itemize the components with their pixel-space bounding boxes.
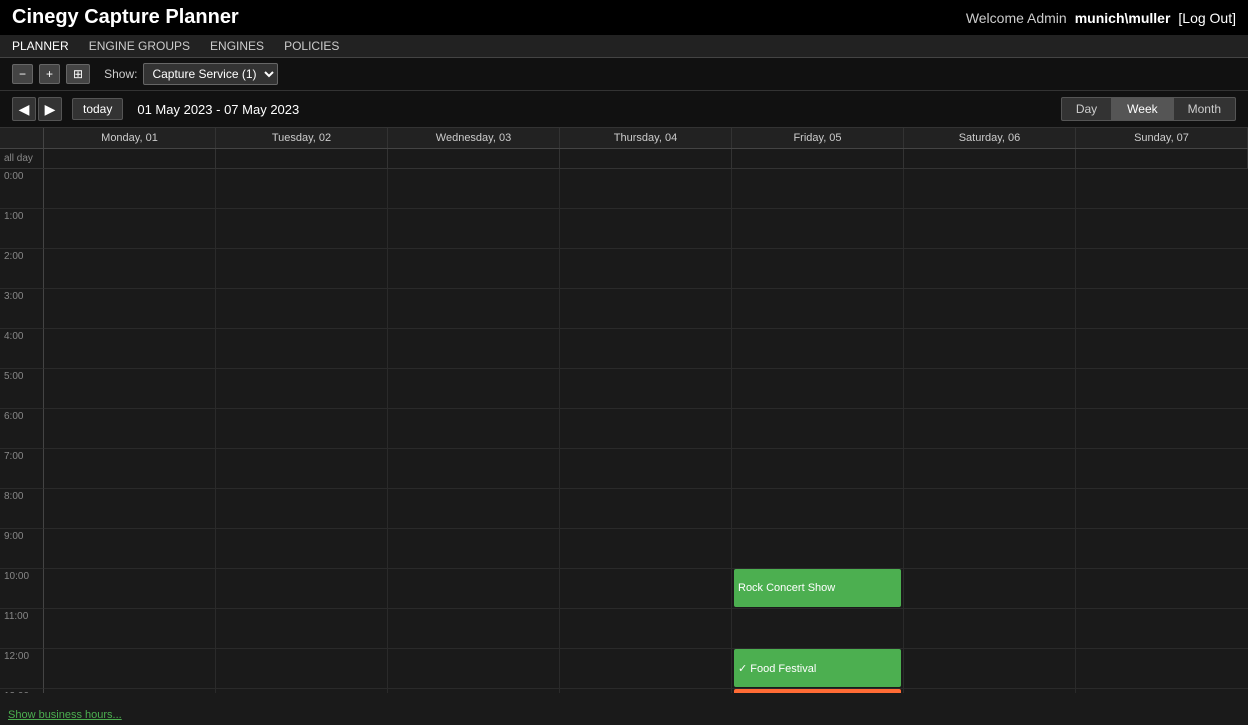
day-header-wed: Wednesday, 03 xyxy=(388,128,560,148)
time-col: 0:00 1:00 2:00 3:00 4:00 5:00 6:00 7:00 … xyxy=(0,169,44,693)
plus-button[interactable]: + xyxy=(39,64,60,84)
day-headers: Monday, 01 Tuesday, 02 Wednesday, 03 Thu… xyxy=(0,128,1248,149)
calendar-header: ◀ ▶ today 01 May 2023 - 07 May 2023 Day … xyxy=(0,91,1248,128)
day-header-thu: Thursday, 04 xyxy=(560,128,732,148)
all-day-thu xyxy=(560,149,732,168)
time-1: 1:00 xyxy=(0,209,44,249)
show-label: Show: xyxy=(104,67,137,81)
time-header-empty xyxy=(0,128,44,148)
event-fri-rock[interactable]: Rock Concert Show xyxy=(734,569,901,607)
date-range: 01 May 2023 - 07 May 2023 xyxy=(137,102,299,117)
nav-planner[interactable]: PLANNER xyxy=(12,39,69,53)
event-fri-food[interactable]: ✓ Food Festival xyxy=(734,649,901,687)
all-day-wed xyxy=(388,149,560,168)
time-grid: 0:00 1:00 2:00 3:00 4:00 5:00 6:00 7:00 … xyxy=(0,169,1248,693)
grid-button[interactable]: ⊞ xyxy=(66,64,90,84)
nav-engine-groups[interactable]: ENGINE GROUPS xyxy=(89,39,190,53)
time-8: 8:00 xyxy=(0,489,44,529)
time-5: 5:00 xyxy=(0,369,44,409)
day-col-wed: News Ukrainian cuisine Reality show xyxy=(388,169,560,693)
time-4: 4:00 xyxy=(0,329,44,369)
view-day-button[interactable]: Day xyxy=(1061,97,1112,121)
username: munich\muller xyxy=(1075,10,1171,26)
nav-policies[interactable]: POLICIES xyxy=(284,39,339,53)
view-month-button[interactable]: Month xyxy=(1173,97,1236,121)
day-header-tue: Tuesday, 02 xyxy=(216,128,388,148)
calendar-container: Monday, 01 Tuesday, 02 Wednesday, 03 Thu… xyxy=(0,128,1248,693)
time-3: 3:00 xyxy=(0,289,44,329)
welcome-text: Welcome Admin xyxy=(966,10,1067,26)
view-buttons: Day Week Month xyxy=(1061,97,1236,121)
time-9: 9:00 xyxy=(0,529,44,569)
welcome-area: Welcome Admin munich\muller [Log Out] xyxy=(966,10,1236,26)
minus-button[interactable]: − xyxy=(12,64,33,84)
nav-arrows: ◀ ▶ xyxy=(12,97,62,121)
prev-button[interactable]: ◀ xyxy=(12,97,36,121)
time-13: 13:00 xyxy=(0,689,44,693)
day-header-fri: Friday, 05 xyxy=(732,128,904,148)
top-header: Cinegy Capture Planner Welcome Admin mun… xyxy=(0,0,1248,35)
toolbar: − + ⊞ Show: Capture Service (1) xyxy=(0,58,1248,91)
app-title: Cinegy Capture Planner xyxy=(12,6,239,29)
nav-bar: PLANNER ENGINE GROUPS ENGINES POLICIES xyxy=(0,35,1248,58)
day-col-sat: ⊙ News ⊙ Fashion Channel ✎ ⊙ Talk Show xyxy=(904,169,1076,693)
event-fri-recording[interactable]: Recording time xyxy=(734,689,901,693)
day-header-sun: Sunday, 07 xyxy=(1076,128,1248,148)
time-7: 7:00 xyxy=(0,449,44,489)
time-10: 10:00 xyxy=(0,569,44,609)
view-week-button[interactable]: Week xyxy=(1112,97,1172,121)
time-11: 11:00 xyxy=(0,609,44,649)
all-day-sun xyxy=(1076,149,1248,168)
business-hours-link[interactable]: Show business hours... xyxy=(8,709,122,721)
day-col-sun: ⊙ News ⊙ Fashion Channel ✎ ⊙ Talk Show xyxy=(1076,169,1248,693)
today-button[interactable]: today xyxy=(72,98,123,120)
time-6: 6:00 xyxy=(0,409,44,449)
show-select[interactable]: Capture Service (1) xyxy=(143,63,278,85)
next-button[interactable]: ▶ xyxy=(38,97,62,121)
time-12: 12:00 xyxy=(0,649,44,689)
time-2: 2:00 xyxy=(0,249,44,289)
all-day-tue xyxy=(216,149,388,168)
day-col-fri: Rock Concert Show ✓ Food Festival Record… xyxy=(732,169,904,693)
nav-engines[interactable]: ENGINES xyxy=(210,39,264,53)
day-header-sat: Saturday, 06 xyxy=(904,128,1076,148)
mon-0 xyxy=(44,169,215,209)
all-day-fri xyxy=(732,149,904,168)
all-day-mon xyxy=(44,149,216,168)
all-day-row: all day xyxy=(0,149,1248,169)
all-day-label: all day xyxy=(0,149,44,168)
logout-link[interactable]: [Log Out] xyxy=(1178,10,1236,26)
day-header-mon: Monday, 01 xyxy=(44,128,216,148)
day-col-thu xyxy=(560,169,732,693)
all-day-sat xyxy=(904,149,1076,168)
time-0: 0:00 xyxy=(0,169,44,209)
day-col-mon xyxy=(44,169,216,693)
day-col-tue xyxy=(216,169,388,693)
